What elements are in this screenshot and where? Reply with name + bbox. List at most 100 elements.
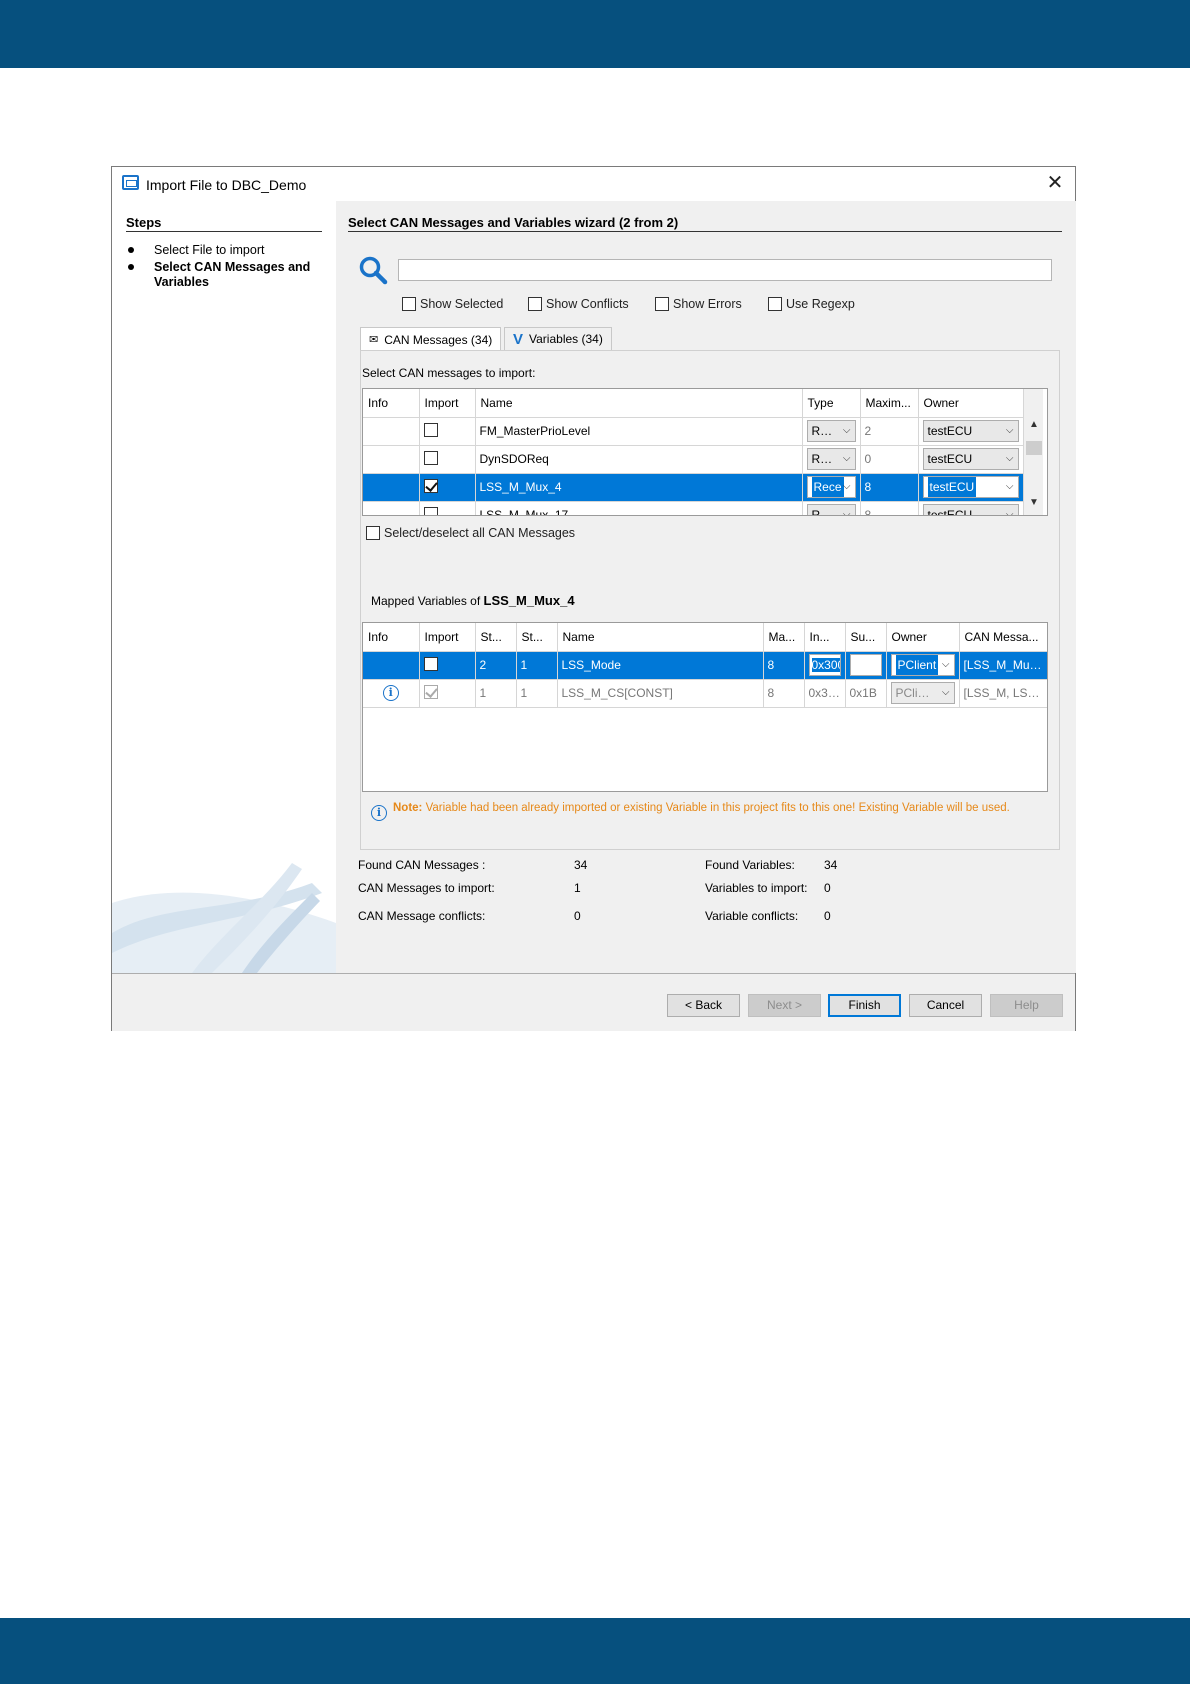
cancel-button[interactable]: Cancel [909,994,982,1017]
show-errors-checkbox[interactable]: Show Errors [655,295,742,313]
chevron-down-icon: ⌵ [1005,453,1014,464]
tab-label: Variables (34) [529,332,603,346]
import-checkbox[interactable] [423,656,438,671]
info-icon[interactable]: i [382,685,399,701]
table-row[interactable]: FM_MasterPrioLevel Re... ⌵ 2 testECU ⌵ [363,417,1024,446]
col-max[interactable]: Maxim... [860,389,919,418]
init-cell[interactable]: 0x300 [804,651,846,680]
type-dropdown[interactable]: Re... ⌵ [806,504,856,515]
steps-list: Select File to import Select CAN Message… [126,243,326,292]
vertical-scrollbar[interactable]: ▲ ▼ [1023,389,1044,515]
finish-button[interactable]: Finish [828,994,901,1017]
type-cell[interactable]: Re... ⌵ [802,445,861,474]
col-can-message[interactable]: CAN Messa... [959,623,1047,652]
scrollbar-thumb[interactable] [1026,441,1042,455]
checkbox-box[interactable] [528,297,542,311]
init-value-input[interactable]: 0x300 [808,654,841,676]
back-button[interactable]: < Back [667,994,740,1017]
import-cell[interactable] [419,417,476,446]
mapped-variables-label: Mapped Variables of LSS_M_Mux_4 [371,593,575,608]
type-dropdown[interactable]: Rece ⌵ [806,476,856,498]
note-prefix: Note: [393,802,423,814]
chevron-down-icon[interactable]: ▼ [1024,497,1044,515]
table-row[interactable]: LSS_M_Mux_17 Re... ⌵ 8 testECU ⌵ [363,501,1024,515]
max-cell: 8 [860,473,919,502]
info-cell [363,473,420,502]
col-max[interactable]: Ma... [763,623,805,652]
checkbox-box[interactable] [655,297,669,311]
chevron-up-icon[interactable]: ▲ [1024,419,1044,437]
messages-to-import-label: CAN Messages to import: [358,881,495,895]
import-cell[interactable] [419,501,476,515]
owner-cell: PClient ⌵ [886,679,960,708]
owner-cell[interactable]: PClient ⌵ [886,651,960,680]
search-input[interactable] [398,259,1052,281]
sub-cell[interactable]: 0x01 [845,651,887,680]
type-dropdown[interactable]: Re... ⌵ [806,448,856,470]
owner-dropdown[interactable]: testECU ⌵ [922,476,1019,498]
col-import[interactable]: Import [419,389,476,418]
tab-can-messages[interactable]: ✉ CAN Messages (34) [360,327,502,351]
table-row[interactable]: i 1 1 LSS_M_CS[CONST] 8 0x300 0x1B PClie… [363,679,1047,708]
show-selected-checkbox[interactable]: Show Selected [402,295,503,313]
info-cell[interactable]: i [363,679,420,708]
type-cell[interactable]: Rece ⌵ [802,473,861,502]
type-dropdown[interactable]: Re... ⌵ [806,420,856,442]
select-all-checkbox[interactable]: Select/deselect all CAN Messages [366,524,575,542]
col-name[interactable]: Name [475,389,803,418]
chevron-down-icon: ⌵ [842,425,851,436]
type-cell[interactable]: Re... ⌵ [802,417,861,446]
col-start-2[interactable]: St... [516,623,558,652]
owner-cell[interactable]: testECU ⌵ [918,445,1024,474]
import-checkbox[interactable] [423,478,438,493]
owner-dropdown[interactable]: PClient ⌵ [890,654,955,676]
import-cell[interactable] [419,445,476,474]
owner-cell[interactable]: testECU ⌵ [918,417,1024,446]
type-cell[interactable]: Re... ⌵ [802,501,861,515]
owner-dropdown[interactable]: testECU ⌵ [922,420,1019,442]
info-cell [363,501,420,515]
table-row[interactable]: DynSDOReq Re... ⌵ 0 testECU ⌵ [363,445,1024,474]
close-icon[interactable]: ✕ [1043,171,1067,195]
checkbox-box[interactable] [402,297,416,311]
next-button: Next > [748,994,821,1017]
col-owner[interactable]: Owner [918,389,1024,418]
chevron-down-icon: ⌵ [842,453,851,464]
col-start[interactable]: St... [475,623,517,652]
chevron-down-icon: ⌵ [842,481,851,492]
tab-label: CAN Messages (34) [384,332,493,347]
owner-dropdown[interactable]: testECU ⌵ [922,448,1019,470]
col-import[interactable]: Import [419,623,476,652]
steps-heading: Steps [126,215,322,232]
import-checkbox[interactable] [423,506,438,515]
sub-value-input[interactable]: 0x01 [849,654,882,676]
checkbox-box[interactable] [366,526,380,540]
start-cell: 1 [475,679,517,708]
import-cell[interactable] [419,651,476,680]
show-conflicts-checkbox[interactable]: Show Conflicts [528,295,629,313]
col-sub[interactable]: Su... [845,623,887,652]
import-checkbox[interactable] [423,450,438,465]
col-info[interactable]: Info [363,623,420,652]
owner-dropdown[interactable]: testECU ⌵ [922,504,1019,515]
col-init[interactable]: In... [804,623,846,652]
col-type[interactable]: Type [802,389,861,418]
import-checkbox[interactable] [423,422,438,437]
owner-cell[interactable]: testECU ⌵ [918,501,1024,515]
start-cell: 2 [475,651,517,680]
search-icon[interactable] [358,255,388,285]
table-row-selected[interactable]: 2 1 LSS_Mode 8 0x300 0x01 PClient⌵ [LSS_… [363,651,1047,680]
checkbox-box[interactable] [768,297,782,311]
use-regexp-checkbox[interactable]: Use Regexp [768,295,855,313]
table-row-selected[interactable]: LSS_M_Mux_4 Rece ⌵ 8 testECU ⌵ [363,473,1024,502]
col-name[interactable]: Name [557,623,764,652]
can-messages-grid: Info Import Name Type Maxim... Owner FM_… [363,389,1024,515]
import-cell[interactable] [419,473,476,502]
max-cell: 2 [860,417,919,446]
filter-label: Show Errors [673,297,742,311]
tab-variables[interactable]: V Variables (34) [504,327,612,350]
col-owner[interactable]: Owner [886,623,960,652]
col-info[interactable]: Info [363,389,420,418]
owner-cell[interactable]: testECU ⌵ [918,473,1024,502]
variables-to-import-value: 0 [824,881,831,895]
